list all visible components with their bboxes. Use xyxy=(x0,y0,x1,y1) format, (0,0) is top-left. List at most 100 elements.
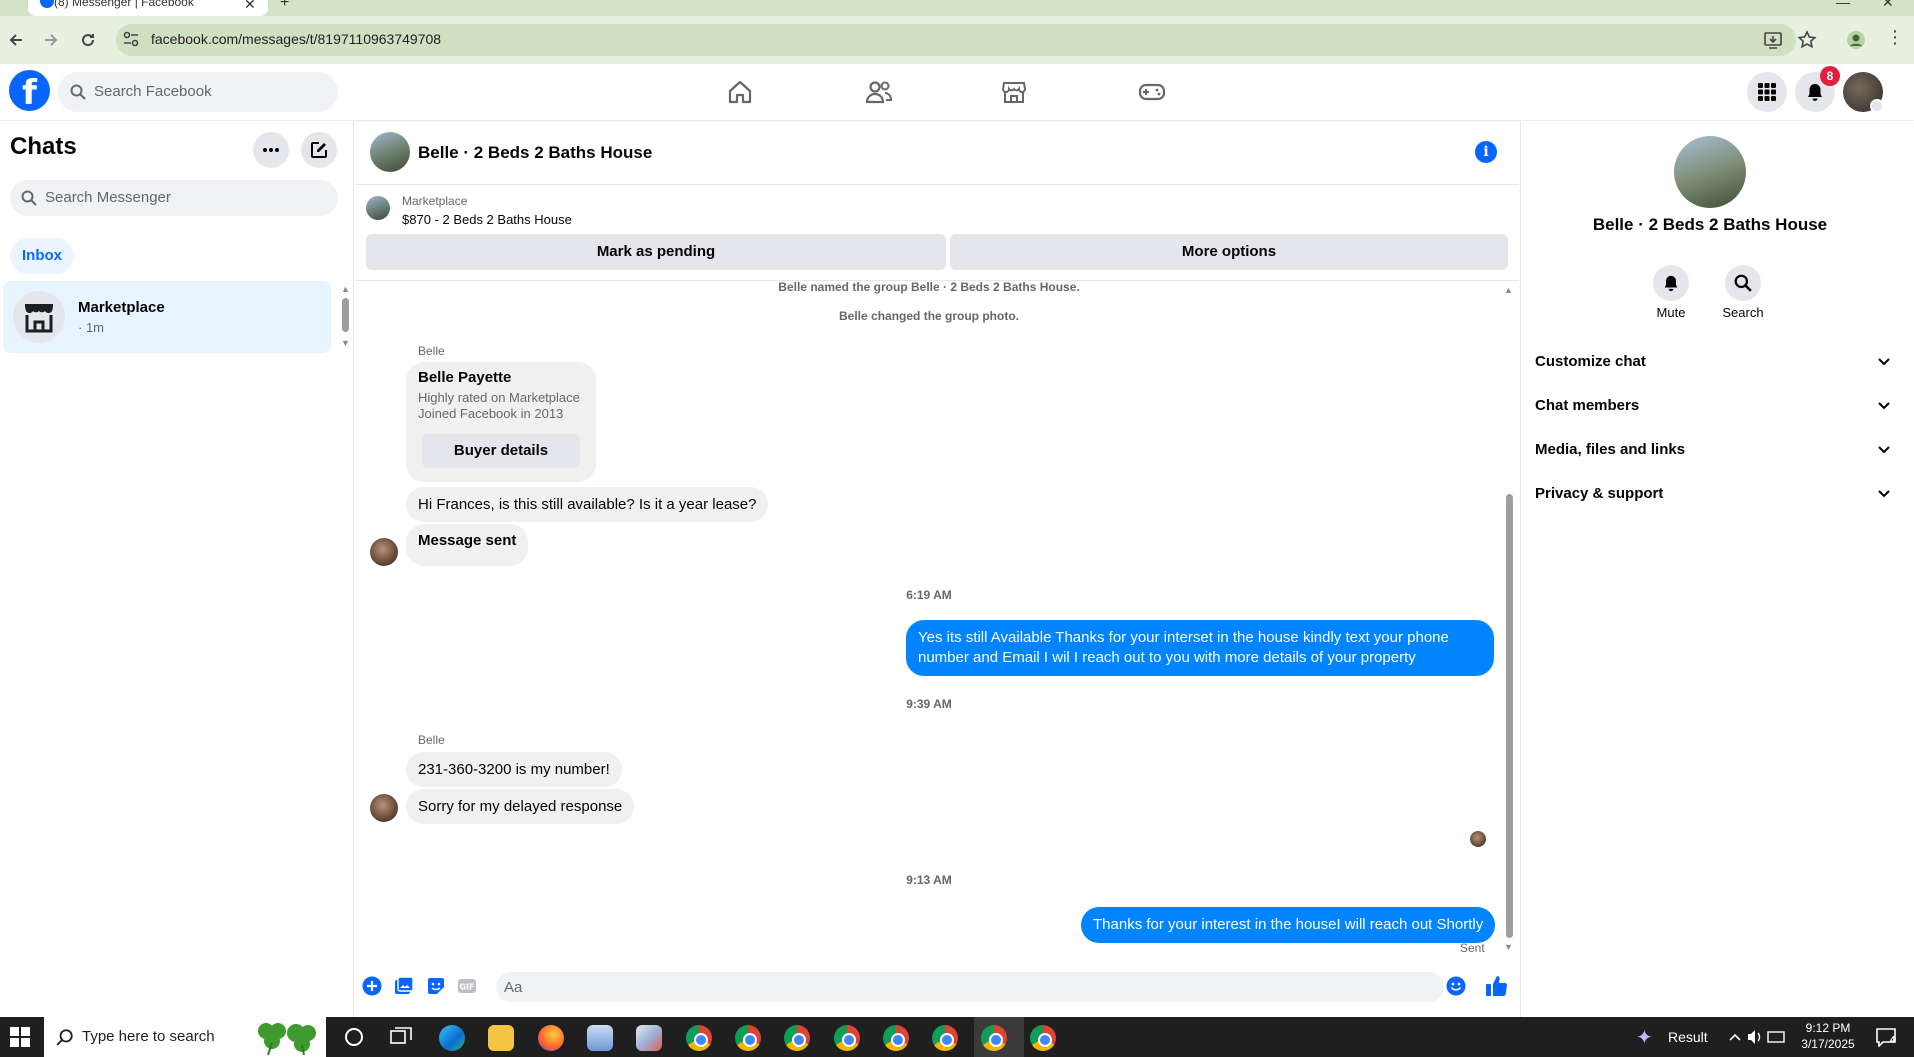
read-receipt-avatar xyxy=(1470,831,1486,847)
like-thumbs-up-icon[interactable] xyxy=(1485,974,1509,998)
reload-icon[interactable] xyxy=(74,26,102,54)
message-timestamp: 9:39 AM xyxy=(906,697,952,711)
listing-thumbnail[interactable] xyxy=(366,196,390,220)
incoming-message[interactable]: Sorry for my delayed response xyxy=(406,789,635,824)
marketplace-icon[interactable] xyxy=(1001,79,1027,105)
chat-details-title: Belle · 2 Beds 2 Baths House xyxy=(1592,215,1828,234)
account-chevron-icon[interactable] xyxy=(1870,99,1884,113)
cortana-icon[interactable] xyxy=(343,1026,365,1048)
section-customize-chat[interactable]: Customize chat xyxy=(1535,341,1891,381)
conversation-avatar[interactable] xyxy=(370,132,410,172)
friends-icon[interactable] xyxy=(865,79,893,105)
message-timestamp: 6:19 AM xyxy=(906,588,952,602)
search-label: Search xyxy=(1722,305,1764,320)
browser-profile-icon[interactable] xyxy=(1846,30,1866,50)
site-info-icon[interactable] xyxy=(122,30,140,48)
install-app-icon[interactable] xyxy=(1763,30,1783,50)
chat-details-avatar[interactable] xyxy=(1674,136,1746,208)
tab-close-icon[interactable]: ✕ xyxy=(244,0,256,13)
message-input[interactable] xyxy=(502,974,1422,1000)
sticker-icon[interactable] xyxy=(426,976,446,996)
chrome-app-icon[interactable] xyxy=(981,1025,1007,1051)
new-tab-icon[interactable]: + xyxy=(280,0,289,12)
clock-time[interactable]: 9:12 PM xyxy=(1792,1021,1864,1035)
paint-app-icon[interactable] xyxy=(636,1025,662,1051)
attach-photo-icon[interactable] xyxy=(394,976,414,996)
incoming-message[interactable]: Message sent xyxy=(406,524,529,566)
url-text[interactable]: facebook.com/messages/t/8197110963749708 xyxy=(151,31,441,47)
svg-text:GIF: GIF xyxy=(459,983,474,992)
tab-inbox[interactable]: Inbox xyxy=(10,238,74,274)
back-icon[interactable] xyxy=(2,26,30,54)
buyer-details-button[interactable]: Buyer details xyxy=(422,434,580,468)
search-in-chat-button[interactable] xyxy=(1725,265,1761,301)
new-message-icon[interactable] xyxy=(301,132,337,168)
gif-icon[interactable]: GIF xyxy=(457,976,477,996)
forward-icon[interactable] xyxy=(37,26,65,54)
window-minimize-icon[interactable]: — xyxy=(1836,0,1850,10)
section-privacy-support[interactable]: Privacy & support xyxy=(1535,473,1891,513)
menu-grid-icon[interactable] xyxy=(1747,72,1787,112)
gaming-icon[interactable] xyxy=(1138,79,1166,105)
edge-app-icon[interactable] xyxy=(439,1025,465,1051)
chat-details-panel xyxy=(1520,121,1914,1017)
browser-menu-icon[interactable]: ⋮ xyxy=(1886,27,1904,48)
system-message: Belle named the group Belle · 2 Beds 2 B… xyxy=(778,280,1080,294)
home-icon[interactable] xyxy=(727,79,753,105)
listing-title[interactable]: $870 - 2 Beds 2 Baths House xyxy=(402,212,572,227)
mute-button[interactable] xyxy=(1653,265,1689,301)
sender-name: Belle xyxy=(418,733,445,747)
section-chat-members[interactable]: Chat members xyxy=(1535,385,1891,425)
chats-options-icon[interactable] xyxy=(253,132,289,168)
mark-as-pending-button[interactable]: Mark as pending xyxy=(366,234,946,270)
browser-tab[interactable]: (8) Messenger | Facebook xyxy=(28,0,268,16)
emoji-icon[interactable] xyxy=(1446,976,1466,996)
clock-date[interactable]: 3/17/2025 xyxy=(1792,1037,1864,1051)
chrome-app-icon[interactable] xyxy=(1030,1025,1056,1051)
sender-avatar[interactable] xyxy=(370,538,398,566)
chrome-app-icon[interactable] xyxy=(784,1025,810,1051)
file-explorer-icon[interactable] xyxy=(488,1025,514,1051)
outgoing-message[interactable]: Thanks for your interest in the houseI w… xyxy=(1081,907,1496,943)
chat-list-item-name: Marketplace xyxy=(78,299,165,316)
search-icon xyxy=(56,1028,74,1046)
chrome-app-icon[interactable] xyxy=(735,1025,761,1051)
incoming-message[interactable]: 231-360-3200 is my number! xyxy=(406,752,622,787)
messages-scroll-up-icon[interactable]: ▲ xyxy=(1504,285,1513,295)
search-icon xyxy=(70,84,86,100)
bookmark-star-icon[interactable] xyxy=(1797,30,1817,50)
chrome-app-icon[interactable] xyxy=(932,1025,958,1051)
chrome-app-icon[interactable] xyxy=(686,1025,712,1051)
chrome-app-icon[interactable] xyxy=(883,1025,909,1051)
messages-scrollbar[interactable] xyxy=(1506,494,1513,938)
document-app-icon[interactable] xyxy=(587,1025,613,1051)
sidebar-scroll-down-icon[interactable]: ▼ xyxy=(341,338,350,348)
result-label[interactable]: Result xyxy=(1668,1029,1708,1045)
sender-avatar[interactable] xyxy=(370,794,398,822)
outgoing-message[interactable]: Yes its still Available Thanks for your … xyxy=(906,620,1494,676)
marketplace-chat-avatar xyxy=(13,291,65,343)
section-media-files-links[interactable]: Media, files and links xyxy=(1535,429,1891,469)
incoming-message[interactable]: Hi Frances, is this still available? Is … xyxy=(406,487,769,522)
buyer-rating: Highly rated on Marketplace xyxy=(418,390,580,405)
facebook-logo-icon[interactable]: f xyxy=(9,70,50,111)
chrome-app-icon[interactable] xyxy=(834,1025,860,1051)
more-actions-plus-icon[interactable] xyxy=(362,976,382,996)
buyer-name: Belle Payette xyxy=(418,369,512,386)
messages-scroll-down-icon[interactable]: ▼ xyxy=(1504,942,1513,952)
task-view-icon[interactable] xyxy=(390,1027,412,1047)
more-options-button[interactable]: More options xyxy=(950,234,1508,270)
notification-badge: 8 xyxy=(1820,66,1840,86)
clover-decoration-icon xyxy=(252,1019,320,1055)
action-center-count: 4 xyxy=(1890,1035,1896,1046)
firefox-app-icon[interactable] xyxy=(538,1025,564,1051)
sidebar-scroll-up-icon[interactable]: ▲ xyxy=(341,284,350,294)
windows-start-icon[interactable] xyxy=(10,1027,30,1047)
conversation-info-icon[interactable]: i xyxy=(1475,141,1497,163)
sidebar-scrollbar[interactable] xyxy=(342,298,349,332)
window-close-icon[interactable]: ✕ xyxy=(1882,0,1894,11)
chevron-down-icon xyxy=(1877,398,1891,412)
system-tray-icons[interactable] xyxy=(1728,1028,1788,1046)
conversation-title[interactable]: Belle · 2 Beds 2 Baths House xyxy=(418,143,652,163)
result-app-icon[interactable]: ✦ xyxy=(1636,1025,1653,1050)
